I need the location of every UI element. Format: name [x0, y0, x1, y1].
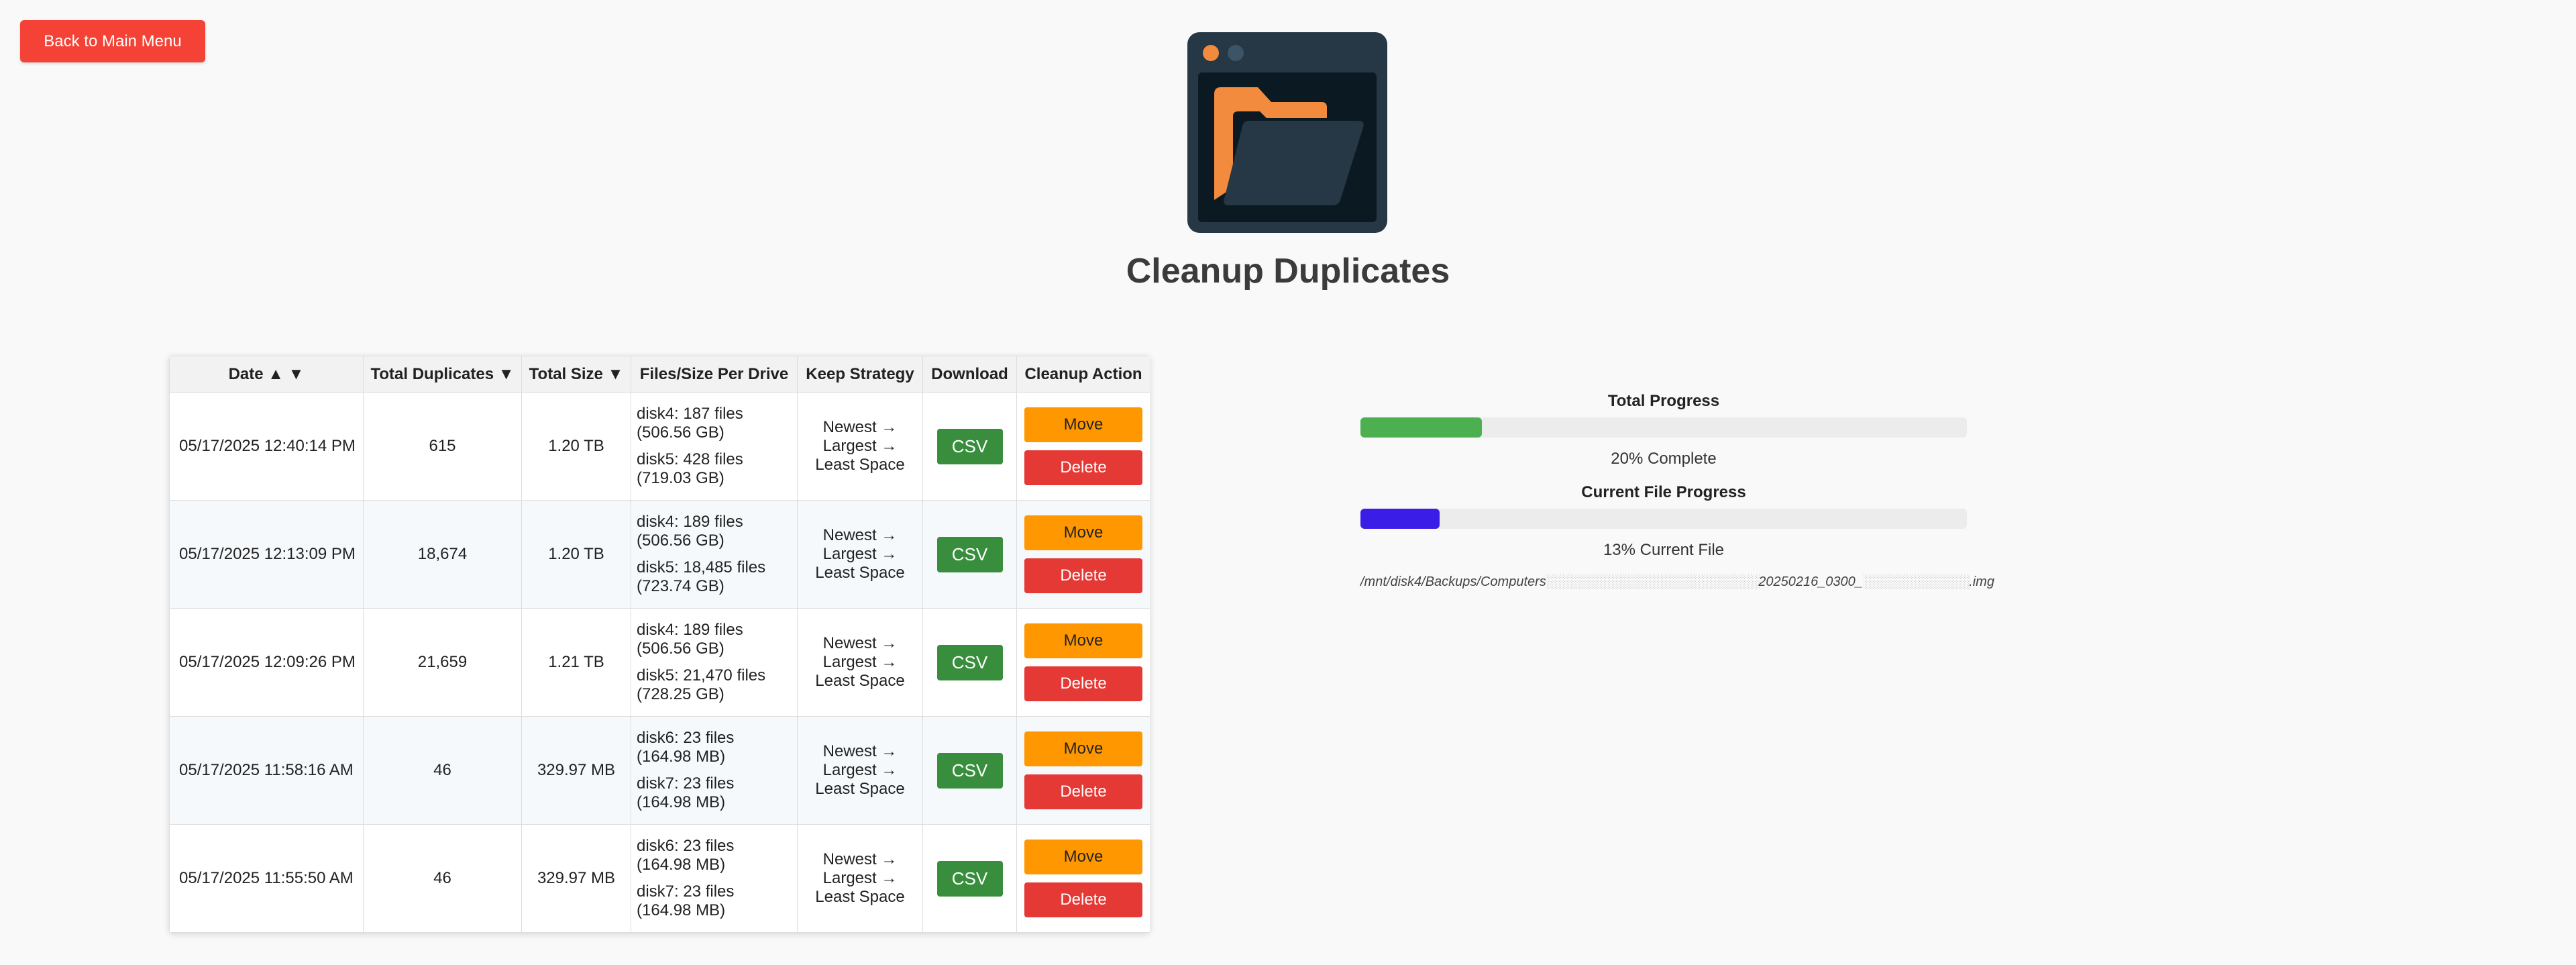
current-file-path: /mnt/disk4/Backups/Computers░░░░░░░░░░░░…: [1360, 574, 1994, 589]
total-duplicates-cell: 615: [363, 392, 522, 501]
per-drive-cell: disk6: 23 files (164.98 MB) disk7: 23 file…: [631, 716, 798, 825]
total-progress-text: 20% Complete: [1611, 450, 1717, 468]
move-button[interactable]: Move: [1024, 731, 1142, 766]
cleanup-action-cell: Move Delete: [1016, 500, 1150, 609]
duplicates-table: Date ▲ ▼ Total Duplicates ▼ Total Size ▼…: [169, 356, 1150, 933]
date-cell: 05/17/2025 12:13:09 PM: [169, 500, 364, 609]
drive-entry: disk4: 189 files (506.56 GB): [637, 513, 743, 550]
progress-panel: Total Progress 20% Complete Current File…: [1360, 392, 1994, 590]
table-header-row: Date ▲ ▼ Total Duplicates ▼ Total Size ▼…: [169, 356, 1150, 393]
download-cell: CSV: [922, 392, 1017, 501]
drive-entry: disk4: 187 files (506.56 GB): [637, 405, 743, 442]
keep-strategy-cell: Newest → Largest → Least Space: [797, 392, 923, 501]
current-file-progress-label: Current File Progress: [1581, 483, 1746, 501]
csv-download-button[interactable]: CSV: [936, 536, 1003, 572]
table-row: 05/17/2025 11:55:50 AM 46 329.97 MB disk6: …: [169, 824, 1150, 933]
total-size-cell: 1.20 TB: [521, 392, 631, 501]
move-button[interactable]: Move: [1024, 407, 1142, 442]
drive-entry: disk6: 23 files (164.98 MB): [637, 837, 735, 874]
total-duplicates-cell: 46: [363, 824, 522, 933]
back-to-main-menu-button[interactable]: Back to Main Menu: [20, 20, 205, 62]
current-file-progress-fill: [1360, 509, 1440, 529]
table-row: 05/17/2025 12:09:26 PM 21,659 1.21 TB disk4…: [169, 608, 1150, 717]
date-cell: 05/17/2025 11:55:50 AM: [169, 824, 364, 933]
date-cell: 05/17/2025 11:58:16 AM: [169, 716, 364, 825]
drive-entry: disk7: 23 files (164.98 MB): [637, 882, 735, 919]
drive-entry: disk5: 21,470 files (728.25 GB): [637, 666, 766, 703]
total-duplicates-column-header[interactable]: Total Duplicates ▼: [363, 356, 522, 393]
csv-download-button[interactable]: CSV: [936, 644, 1003, 680]
total-progress-fill: [1360, 417, 1482, 438]
download-cell: CSV: [922, 608, 1017, 717]
move-button[interactable]: Move: [1024, 840, 1142, 874]
keep-strategy-cell: Newest → Largest → Least Space: [797, 500, 923, 609]
drive-entry: disk6: 23 files (164.98 MB): [637, 729, 735, 766]
delete-button[interactable]: Delete: [1024, 558, 1142, 593]
table-row: 05/17/2025 12:13:09 PM 18,674 1.20 TB disk4…: [169, 500, 1150, 609]
drive-entry: disk4: 189 files (506.56 GB): [637, 621, 743, 658]
csv-download-button[interactable]: CSV: [936, 752, 1003, 789]
keep-strategy-cell: Newest → Largest → Least Space: [797, 608, 923, 717]
keep-strategy-cell: Newest → Largest → Least Space: [797, 824, 923, 933]
per-drive-cell: disk4: 189 files (506.56 GB) disk5: 21,470…: [631, 608, 798, 717]
per-drive-cell: disk4: 189 files (506.56 GB) disk5: 18,485…: [631, 500, 798, 609]
delete-button[interactable]: Delete: [1024, 666, 1142, 701]
delete-button[interactable]: Delete: [1024, 774, 1142, 809]
date-cell: 05/17/2025 12:40:14 PM: [169, 392, 364, 501]
per-drive-column-header: Files/Size Per Drive: [631, 356, 798, 393]
total-size-cell: 1.20 TB: [521, 500, 631, 609]
total-duplicates-cell: 18,674: [363, 500, 522, 609]
total-size-column-header[interactable]: Total Size ▼: [521, 356, 631, 393]
download-column-header: Download: [922, 356, 1017, 393]
csv-download-button[interactable]: CSV: [936, 428, 1003, 464]
drive-entry: disk7: 23 files (164.98 MB): [637, 774, 735, 811]
total-duplicates-cell: 46: [363, 716, 522, 825]
total-progress-bar: [1360, 417, 1967, 438]
delete-button[interactable]: Delete: [1024, 450, 1142, 485]
drive-entry: disk5: 428 files (719.03 GB): [637, 450, 743, 487]
delete-button[interactable]: Delete: [1024, 882, 1142, 917]
move-button[interactable]: Move: [1024, 623, 1142, 658]
table-row: 05/17/2025 11:58:16 AM 46 329.97 MB disk6: …: [169, 716, 1150, 825]
current-file-progress-bar: [1360, 509, 1967, 529]
date-cell: 05/17/2025 12:09:26 PM: [169, 608, 364, 717]
download-cell: CSV: [922, 500, 1017, 609]
cleanup-action-cell: Move Delete: [1016, 608, 1150, 717]
cleanup-action-cell: Move Delete: [1016, 392, 1150, 501]
csv-download-button[interactable]: CSV: [936, 860, 1003, 897]
keep-strategy-cell: Newest → Largest → Least Space: [797, 716, 923, 825]
folder-window-icon: [1187, 32, 1387, 233]
table-row: 05/17/2025 12:40:14 PM 615 1.20 TB disk4: 1…: [169, 392, 1150, 501]
cleanup-action-cell: Move Delete: [1016, 824, 1150, 933]
per-drive-cell: disk4: 187 files (506.56 GB) disk5: 428 fi…: [631, 392, 798, 501]
cleanup-action-column-header: Cleanup Action: [1016, 356, 1150, 393]
download-cell: CSV: [922, 824, 1017, 933]
total-duplicates-cell: 21,659: [363, 608, 522, 717]
page-title: Cleanup Duplicates: [1126, 252, 1450, 291]
total-progress-label: Total Progress: [1607, 392, 1720, 410]
date-column-header[interactable]: Date ▲ ▼: [169, 356, 364, 393]
total-size-cell: 329.97 MB: [521, 716, 631, 825]
keep-strategy-column-header: Keep Strategy: [797, 356, 923, 393]
cleanup-action-cell: Move Delete: [1016, 716, 1150, 825]
total-size-cell: 1.21 TB: [521, 608, 631, 717]
move-button[interactable]: Move: [1024, 515, 1142, 550]
download-cell: CSV: [922, 716, 1017, 825]
per-drive-cell: disk6: 23 files (164.98 MB) disk7: 23 file…: [631, 824, 798, 933]
current-file-progress-text: 13% Current File: [1603, 541, 1725, 559]
total-size-cell: 329.97 MB: [521, 824, 631, 933]
drive-entry: disk5: 18,485 files (723.74 GB): [637, 558, 766, 595]
